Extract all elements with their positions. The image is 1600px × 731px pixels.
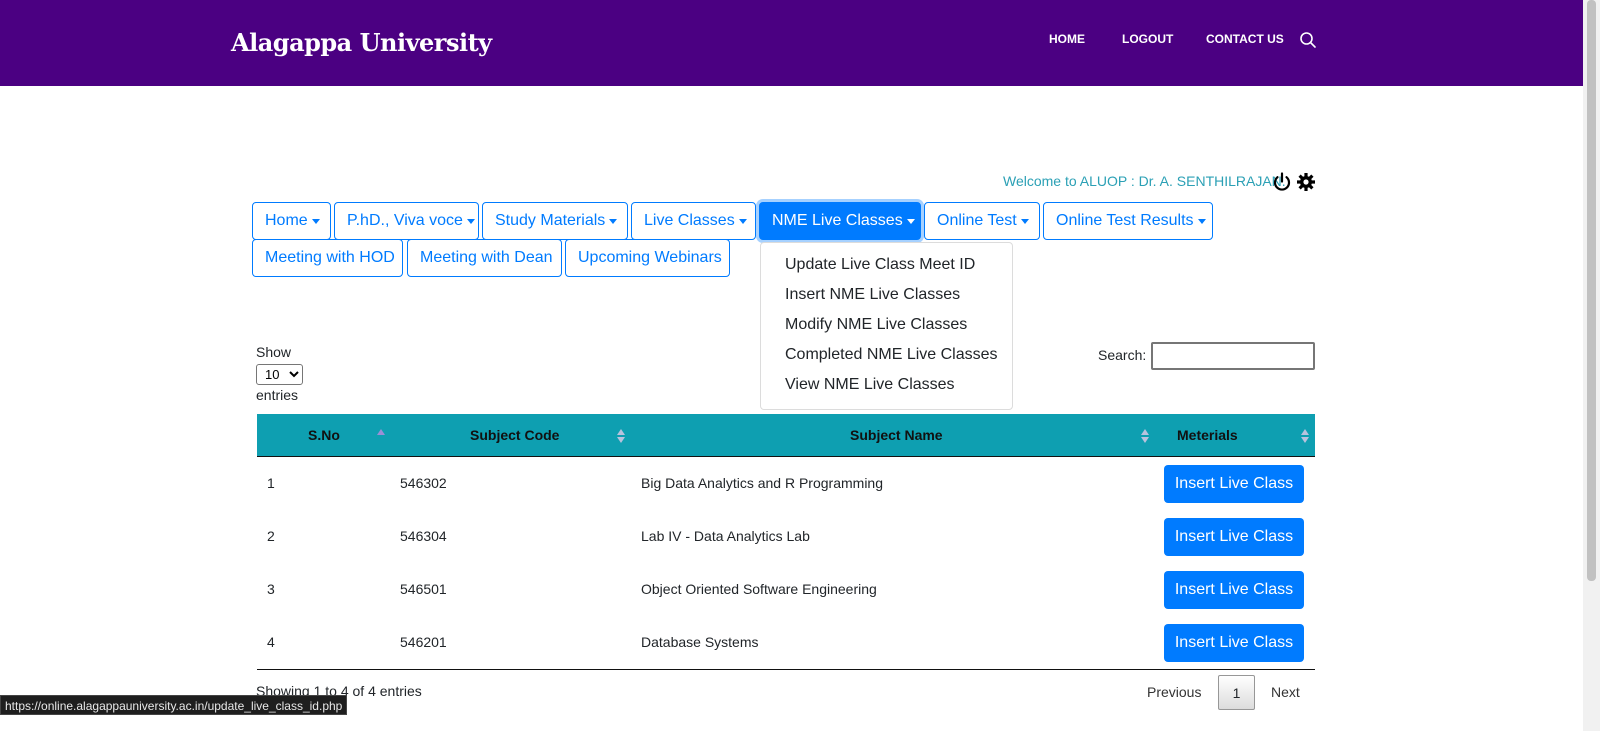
pagination-next-button[interactable]: Next bbox=[1271, 684, 1300, 700]
caret-down-icon bbox=[1020, 218, 1029, 224]
menu-online-test-results-label: Online Test Results bbox=[1056, 212, 1194, 229]
brand-logo-text[interactable]: Alagappa University bbox=[231, 28, 492, 57]
sort-icon[interactable] bbox=[1141, 428, 1149, 444]
table-row: 4 546201 Database Systems Insert Live Cl… bbox=[257, 616, 1315, 669]
cell-sno: 2 bbox=[267, 528, 275, 544]
menu-meeting-hod-button[interactable]: Meeting with HOD bbox=[252, 239, 403, 277]
cell-subject-name: Big Data Analytics and R Programming bbox=[641, 475, 883, 491]
search-input[interactable] bbox=[1151, 342, 1315, 370]
column-header-subject-name[interactable]: Subject Name bbox=[850, 427, 943, 443]
status-bar-url: https://online.alagappauniversity.ac.in/… bbox=[0, 695, 348, 715]
power-icon[interactable] bbox=[1271, 171, 1293, 193]
cell-subject-name: Database Systems bbox=[641, 634, 759, 650]
nav-contact-link[interactable]: CONTACT US bbox=[1206, 32, 1284, 46]
menu-live-classes-button[interactable]: Live Classes bbox=[631, 202, 756, 240]
menu-nme-live-classes-button[interactable]: NME Live Classes bbox=[759, 202, 921, 240]
cell-subject-name: Lab IV - Data Analytics Lab bbox=[641, 528, 810, 544]
scrollbar-thumb[interactable] bbox=[1587, 0, 1596, 581]
dropdown-item-update-meet-id[interactable]: Update Live Class Meet ID bbox=[761, 253, 1012, 283]
caret-down-icon bbox=[906, 218, 915, 224]
pagination-page-button[interactable]: 1 bbox=[1218, 675, 1255, 710]
menu-phd-button[interactable]: P.hD., Viva voce bbox=[334, 202, 479, 240]
sort-icon[interactable] bbox=[1301, 428, 1309, 444]
menu-online-test-results-button[interactable]: Online Test Results bbox=[1043, 202, 1213, 240]
search-label: Search: bbox=[1098, 347, 1147, 363]
dropdown-item-completed-nme[interactable]: Completed NME Live Classes bbox=[761, 343, 1012, 373]
menu-nme-live-classes-label: NME Live Classes bbox=[772, 212, 903, 229]
menu-online-test-label: Online Test bbox=[937, 212, 1017, 229]
dropdown-item-insert-nme[interactable]: Insert NME Live Classes bbox=[761, 283, 1012, 313]
caret-down-icon bbox=[738, 218, 747, 224]
caret-down-icon bbox=[311, 218, 320, 224]
cell-sno: 4 bbox=[267, 634, 275, 650]
cell-sno: 1 bbox=[267, 475, 275, 491]
insert-live-class-button[interactable]: Insert Live Class bbox=[1164, 465, 1304, 503]
sort-ascending-icon[interactable] bbox=[377, 428, 385, 444]
sort-icon[interactable] bbox=[617, 428, 625, 444]
cell-subject-code: 546501 bbox=[400, 581, 447, 597]
nav-logout-link[interactable]: LOGOUT bbox=[1122, 32, 1173, 46]
insert-live-class-button[interactable]: Insert Live Class bbox=[1164, 624, 1304, 662]
welcome-text: Welcome to ALUOP : Dr. A. SENTHILRAJAN. bbox=[1003, 173, 1286, 189]
cell-subject-code: 546201 bbox=[400, 634, 447, 650]
dropdown-item-view-nme[interactable]: View NME Live Classes bbox=[761, 373, 1012, 403]
column-header-sno[interactable]: S.No bbox=[308, 427, 340, 443]
column-header-materials[interactable]: Meterials bbox=[1177, 427, 1238, 443]
caret-down-icon bbox=[609, 218, 618, 224]
cell-sno: 3 bbox=[267, 581, 275, 597]
top-header: Alagappa University HOME LOGOUT CONTACT … bbox=[0, 0, 1583, 86]
table-row: 3 546501 Object Oriented Software Engine… bbox=[257, 563, 1315, 616]
entries-label: entries bbox=[256, 387, 299, 403]
dropdown-item-modify-nme[interactable]: Modify NME Live Classes bbox=[761, 313, 1012, 343]
table-header: S.No Subject Code Subject Name Meterials bbox=[257, 414, 1315, 457]
menu-home-label: Home bbox=[265, 212, 308, 229]
menu-study-materials-label: Study Materials bbox=[495, 212, 606, 229]
insert-live-class-button[interactable]: Insert Live Class bbox=[1164, 571, 1304, 609]
menu-upcoming-webinars-button[interactable]: Upcoming Webinars bbox=[565, 239, 730, 277]
column-header-subject-code[interactable]: Subject Code bbox=[470, 427, 559, 443]
menu-online-test-button[interactable]: Online Test bbox=[924, 202, 1040, 240]
menu-live-classes-label: Live Classes bbox=[644, 212, 735, 229]
cell-subject-name: Object Oriented Software Engineering bbox=[641, 581, 877, 597]
menu-home-button[interactable]: Home bbox=[252, 202, 331, 240]
search-icon[interactable] bbox=[1299, 31, 1317, 49]
show-label: Show bbox=[256, 344, 292, 360]
menu-study-materials-button[interactable]: Study Materials bbox=[482, 202, 628, 240]
table-row: 1 546302 Big Data Analytics and R Progra… bbox=[257, 457, 1315, 510]
caret-down-icon bbox=[466, 218, 475, 224]
caret-down-icon bbox=[1197, 218, 1206, 224]
entries-select[interactable]: 10 bbox=[256, 364, 303, 385]
menu-meeting-dean-button[interactable]: Meeting with Dean bbox=[407, 239, 562, 277]
menu-phd-label: P.hD., Viva voce bbox=[347, 212, 463, 229]
gear-icon[interactable] bbox=[1295, 171, 1317, 193]
insert-live-class-button[interactable]: Insert Live Class bbox=[1164, 518, 1304, 556]
table-row: 2 546304 Lab IV - Data Analytics Lab Ins… bbox=[257, 510, 1315, 563]
nme-live-classes-dropdown: Update Live Class Meet ID Insert NME Liv… bbox=[760, 242, 1013, 410]
cell-subject-code: 546304 bbox=[400, 528, 447, 544]
cell-subject-code: 546302 bbox=[400, 475, 447, 491]
pagination-previous-button[interactable]: Previous bbox=[1147, 684, 1201, 700]
nav-home-link[interactable]: HOME bbox=[1049, 32, 1085, 46]
table-bottom-border bbox=[257, 669, 1315, 670]
